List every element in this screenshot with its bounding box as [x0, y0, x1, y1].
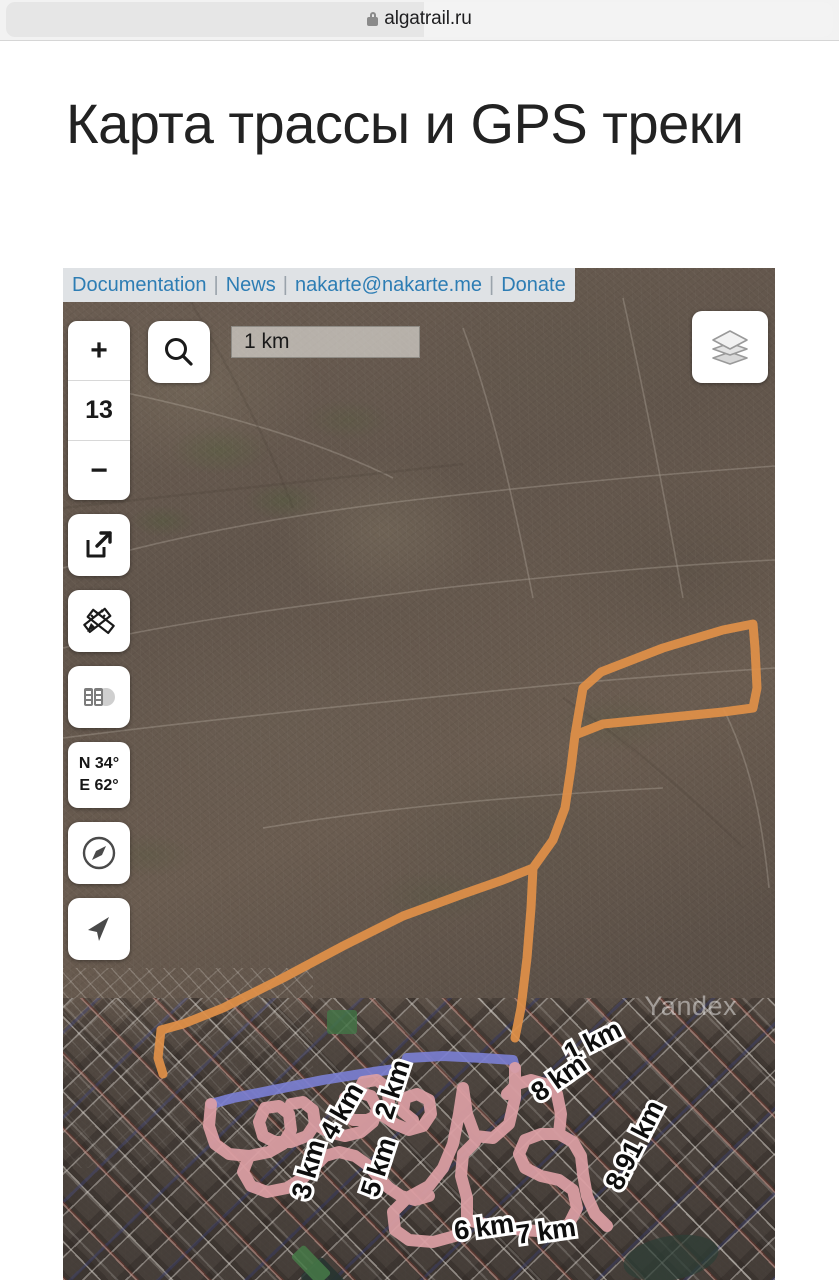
binoculars-icon [84, 688, 115, 706]
link-separator: | [213, 273, 219, 296]
link-donate[interactable]: Donate [501, 274, 566, 297]
locate-button[interactable] [68, 898, 130, 960]
zoom-level-display: 13 [68, 380, 130, 440]
zoom-out-button[interactable]: − [68, 440, 130, 500]
compass-icon [82, 836, 116, 870]
layers-stack-icon [712, 330, 748, 365]
url-row[interactable]: algatrail.ru [0, 0, 839, 38]
green-patch [327, 1010, 357, 1034]
external-link-icon [86, 531, 112, 558]
link-separator: | [489, 273, 495, 296]
zoom-in-button[interactable]: + [68, 321, 130, 380]
page-title: Карта трассы и GPS треки [66, 91, 744, 155]
scale-bar: 1 km [231, 326, 420, 358]
zoom-control: + 13 − [68, 321, 130, 500]
url-text: algatrail.ru [384, 8, 472, 29]
scale-label: 1 km [244, 330, 290, 353]
search-button[interactable] [148, 321, 210, 383]
coordinate-longitude: E 62° [79, 777, 119, 794]
ruler-icon [83, 607, 115, 635]
map-viewport[interactable]: 1 km 2 km 3 km 4 km 5 km 6 km 7 km 8 km … [63, 268, 775, 1280]
map-link-bar: Documentation | News | nakarte@nakarte.m… [63, 268, 575, 302]
coordinate-latitude: N 34° [78, 755, 120, 773]
layers-button[interactable] [692, 311, 768, 383]
browser-address-bar: algatrail.ru [0, 0, 839, 41]
compass-button[interactable] [68, 822, 130, 884]
share-button[interactable] [68, 514, 130, 576]
magnifier-icon [165, 338, 193, 366]
coordinates-display[interactable]: N 34° E 62° [68, 742, 130, 808]
link-email[interactable]: nakarte@nakarte.me [295, 274, 482, 297]
lock-icon [367, 12, 379, 26]
link-news[interactable]: News [226, 274, 276, 297]
measure-button[interactable] [68, 590, 130, 652]
link-separator: | [282, 273, 288, 296]
yandex-watermark: Yandex [644, 991, 737, 1021]
panorama-button[interactable] [68, 666, 130, 728]
map-control-stack: + 13 − N 34° E 62° [68, 321, 130, 960]
link-documentation[interactable]: Documentation [72, 274, 207, 297]
location-arrow-icon [88, 917, 109, 941]
